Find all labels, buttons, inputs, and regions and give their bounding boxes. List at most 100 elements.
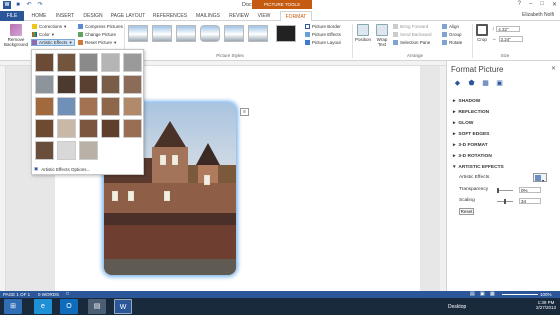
maximize-icon[interactable]: □ bbox=[540, 1, 544, 8]
picture-style-3[interactable] bbox=[176, 25, 196, 42]
effect-pastels-smooth[interactable] bbox=[101, 119, 120, 138]
outlook-icon[interactable]: O bbox=[60, 299, 78, 314]
tab-design[interactable]: DESIGN bbox=[80, 11, 106, 21]
zoom-slider[interactable] bbox=[502, 294, 538, 295]
tab-insert[interactable]: INSERT bbox=[52, 11, 78, 21]
section-artistic-effects[interactable]: ▾ ARTISTIC EFFECTS bbox=[453, 165, 504, 170]
tab-review[interactable]: REVIEW bbox=[226, 11, 252, 21]
section-shadow[interactable]: ▸ SHADOW bbox=[453, 99, 480, 104]
effect-cement[interactable] bbox=[35, 119, 54, 138]
tab-references[interactable]: REFERENCES bbox=[150, 11, 190, 21]
layout-properties-icon[interactable]: ▦ bbox=[481, 79, 490, 88]
compress-pictures-button[interactable]: Compress Pictures bbox=[78, 23, 123, 30]
selection-pane-button[interactable]: Selection Pane bbox=[393, 39, 430, 46]
save-icon[interactable]: ■ bbox=[14, 1, 22, 9]
reset-picture-button[interactable]: Reset Picture ▾ bbox=[78, 39, 116, 46]
tab-view[interactable]: VIEW bbox=[254, 11, 274, 21]
close-icon[interactable]: ✕ bbox=[552, 1, 557, 8]
picture-style-4[interactable] bbox=[200, 25, 220, 42]
effect-none[interactable] bbox=[35, 53, 54, 72]
effect-paint-strokes[interactable] bbox=[57, 75, 76, 94]
redo-icon[interactable]: ↷ bbox=[36, 1, 44, 9]
transparency-slider[interactable] bbox=[497, 190, 513, 191]
group-button[interactable]: Group bbox=[442, 31, 462, 38]
transparency-slider-handle[interactable] bbox=[497, 188, 499, 193]
remove-background-button[interactable]: Remove Background bbox=[2, 24, 30, 47]
proofing-icon[interactable]: □ bbox=[66, 291, 69, 297]
effect-plastic-wrap[interactable] bbox=[123, 119, 142, 138]
effect-glass[interactable] bbox=[123, 97, 142, 116]
picture-style-7[interactable] bbox=[276, 25, 296, 42]
word-taskbar-icon[interactable]: W bbox=[114, 299, 132, 314]
crop-button[interactable]: Crop bbox=[475, 24, 489, 42]
effect-texturizer[interactable] bbox=[57, 119, 76, 138]
width-input[interactable]: 3.24" bbox=[498, 35, 523, 42]
wrap-text-button[interactable]: Wrap Text bbox=[374, 24, 390, 47]
minimize-icon[interactable]: – bbox=[529, 1, 532, 8]
fill-line-icon[interactable]: ◆ bbox=[453, 79, 462, 88]
effect-paint-brush[interactable] bbox=[79, 75, 98, 94]
corrections-button[interactable]: Corrections ▾ bbox=[32, 23, 66, 30]
artistic-effects-dropdown[interactable]: ▾ bbox=[533, 173, 547, 183]
word-count[interactable]: 0 WORDS bbox=[38, 292, 59, 297]
height-field[interactable]: ↕ 4.32" bbox=[492, 25, 521, 32]
page-count[interactable]: PAGE 1 OF 1 bbox=[3, 292, 30, 297]
picture-icon[interactable]: ▣ bbox=[495, 79, 504, 88]
picture-style-6[interactable] bbox=[248, 25, 268, 42]
section-3d-format[interactable]: ▸ 3-D FORMAT bbox=[453, 143, 488, 148]
picture-border-button[interactable]: Picture Border bbox=[305, 23, 341, 30]
color-button[interactable]: Color ▾ bbox=[32, 31, 54, 38]
section-reflection[interactable]: ▸ REFLECTION bbox=[453, 110, 489, 115]
effects-icon[interactable]: ⬟ bbox=[467, 79, 476, 88]
picture-style-2[interactable] bbox=[152, 25, 172, 42]
clock[interactable]: 1:39 PM 2/27/2013 bbox=[536, 300, 556, 310]
width-field[interactable]: ↔ 3.24" bbox=[492, 35, 523, 42]
effect-pencil-grayscale[interactable] bbox=[79, 53, 98, 72]
print-layout-icon[interactable]: ▣ bbox=[480, 291, 485, 297]
tab-mailings[interactable]: MAILINGS bbox=[192, 11, 224, 21]
scaling-input[interactable]: 34 bbox=[519, 198, 541, 204]
send-backward-button[interactable]: Send Backward bbox=[393, 31, 432, 38]
artistic-effects-options[interactable]: ▣ Artistic Effects Options... bbox=[34, 166, 90, 172]
reset-button[interactable]: Reset bbox=[459, 208, 474, 215]
effect-light-screen[interactable] bbox=[35, 97, 54, 116]
section-soft-edges[interactable]: ▸ SOFT EDGES bbox=[453, 132, 489, 137]
zoom-level[interactable]: 100% bbox=[540, 292, 552, 297]
tab-page-layout[interactable]: PAGE LAYOUT bbox=[108, 11, 148, 21]
picture-style-1[interactable] bbox=[128, 25, 148, 42]
file-explorer-icon[interactable]: ▤ bbox=[88, 299, 106, 314]
artistic-effects-button[interactable]: Artistic Effects ▾ bbox=[31, 39, 75, 46]
scaling-slider-handle[interactable] bbox=[504, 199, 506, 204]
effect-film-grain[interactable] bbox=[79, 97, 98, 116]
start-button[interactable]: ⊞ bbox=[4, 299, 22, 314]
picture-effects-button[interactable]: Picture Effects bbox=[305, 31, 341, 38]
tab-home[interactable]: HOME bbox=[28, 11, 50, 21]
change-picture-button[interactable]: Change Picture bbox=[78, 31, 116, 38]
effect-blur[interactable] bbox=[123, 75, 142, 94]
section-3d-rotation[interactable]: ▸ 3-D ROTATION bbox=[453, 154, 492, 159]
section-glow[interactable]: ▸ GLOW bbox=[453, 121, 473, 126]
height-input[interactable]: 4.32" bbox=[496, 25, 521, 32]
effect-marker[interactable] bbox=[57, 53, 76, 72]
web-layout-icon[interactable]: ▦ bbox=[490, 291, 495, 297]
bring-forward-button[interactable]: Bring Forward bbox=[393, 23, 428, 30]
position-button[interactable]: Position bbox=[354, 24, 372, 42]
align-button[interactable]: Align bbox=[442, 23, 459, 30]
help-icon[interactable]: ? bbox=[518, 1, 521, 8]
picture-style-5[interactable] bbox=[224, 25, 244, 42]
rotate-button[interactable]: Rotate bbox=[442, 39, 462, 46]
effect-photocopy[interactable] bbox=[57, 141, 76, 160]
read-mode-icon[interactable]: ▤ bbox=[470, 291, 475, 297]
undo-icon[interactable]: ↶ bbox=[25, 1, 33, 9]
desktop-toolbar[interactable]: Desktop bbox=[448, 304, 466, 310]
close-icon[interactable]: ✕ bbox=[551, 65, 556, 72]
effect-glow-diffused[interactable] bbox=[101, 75, 120, 94]
effect-crisscross-etching[interactable] bbox=[79, 119, 98, 138]
layout-options-icon[interactable]: ≡ bbox=[240, 108, 249, 116]
internet-explorer-icon[interactable]: e bbox=[34, 299, 52, 314]
user-name[interactable]: Elizabeth Nolfi bbox=[522, 12, 554, 18]
effect-cutout[interactable] bbox=[35, 141, 54, 160]
tab-file[interactable]: FILE bbox=[0, 11, 24, 21]
effect-mosaic-bubbles[interactable] bbox=[101, 97, 120, 116]
effect-pencil-sketch[interactable] bbox=[101, 53, 120, 72]
